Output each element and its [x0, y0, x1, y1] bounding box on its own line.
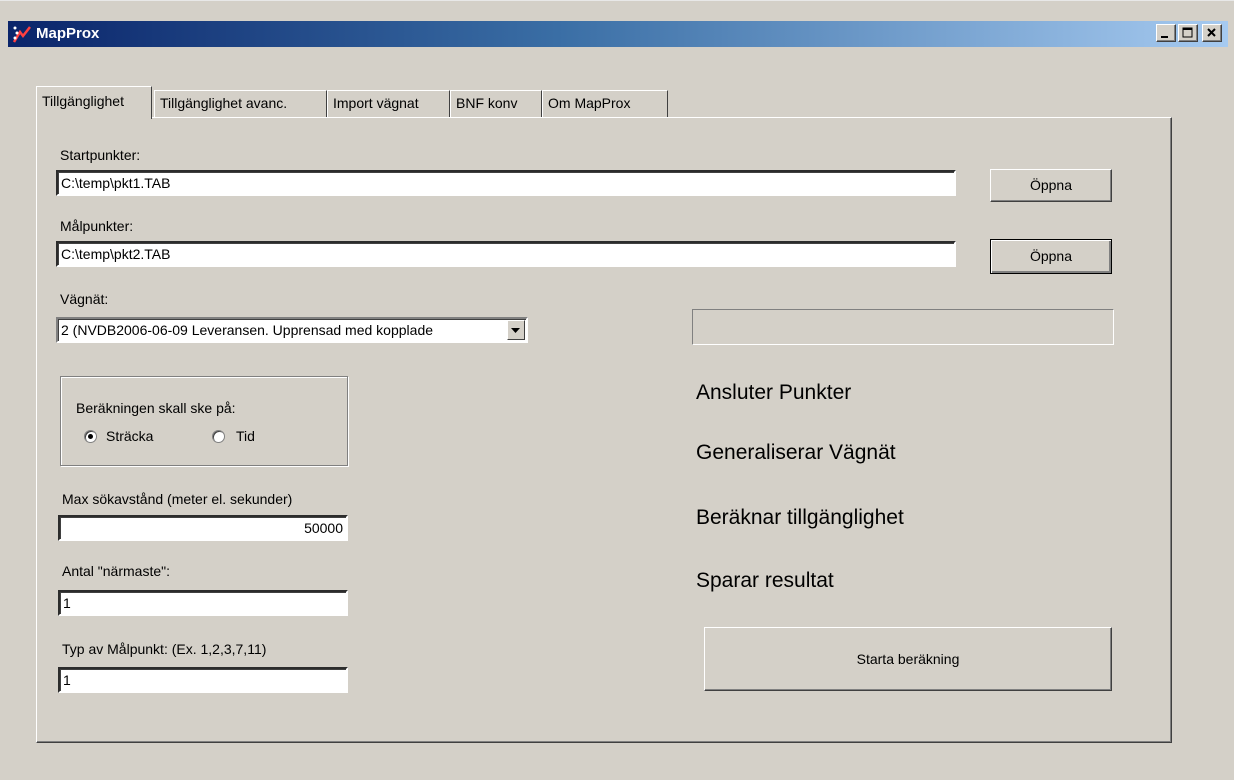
- nearest-count-input[interactable]: 1: [58, 590, 348, 616]
- target-type-label: Typ av Målpunkt: (Ex. 1,2,3,7,11): [62, 641, 267, 657]
- start-calculation-button[interactable]: Starta beräkning: [704, 627, 1112, 691]
- network-dropdown[interactable]: 2 (NVDB2006-06-09 Leveransen. Upprensad …: [56, 317, 528, 343]
- network-dropdown-value: 2 (NVDB2006-06-09 Leveransen. Upprensad …: [61, 322, 434, 338]
- dropdown-arrow-button[interactable]: [507, 320, 525, 340]
- tab-import-vagnat[interactable]: Import vägnat: [327, 90, 450, 118]
- calculation-groupbox: [60, 376, 348, 466]
- max-distance-label: Max sökavstånd (meter el. sekunder): [62, 491, 293, 507]
- start-points-label: Startpunkter:: [60, 147, 141, 163]
- radio-time-label: Tid: [236, 428, 255, 444]
- chevron-down-icon: [511, 328, 520, 333]
- mapprox-logo-icon: [12, 26, 31, 43]
- window-title: MapProx: [36, 25, 100, 42]
- start-points-input[interactable]: C:\temp\pkt1.TAB: [56, 170, 956, 196]
- tab-tillganglighet[interactable]: Tillgänglighet: [36, 86, 152, 119]
- open-target-button[interactable]: Öppna: [990, 239, 1112, 274]
- nearest-count-label: Antal "närmaste":: [62, 563, 170, 579]
- status-step-generalize: Generaliserar Vägnät: [696, 441, 896, 464]
- maximize-icon: [1182, 27, 1193, 38]
- tab-om-mapprox[interactable]: Om MapProx: [542, 90, 668, 118]
- target-type-input[interactable]: 1: [58, 667, 348, 693]
- network-label: Vägnät:: [60, 291, 109, 307]
- tab-bnf-konv[interactable]: BNF konv: [450, 90, 542, 118]
- status-step-compute: Beräknar tillgänglighet: [696, 506, 904, 529]
- target-points-label: Målpunkter:: [60, 218, 134, 234]
- progress-bar: [692, 309, 1114, 345]
- radio-distance[interactable]: [84, 430, 97, 443]
- close-icon: [1207, 28, 1216, 37]
- minimize-button[interactable]: [1156, 24, 1176, 42]
- radio-time[interactable]: [212, 430, 225, 443]
- max-distance-input[interactable]: 50000: [58, 515, 348, 541]
- open-start-button[interactable]: Öppna: [990, 169, 1112, 202]
- calc-group-label: Beräkningen skall ske på:: [76, 400, 236, 416]
- status-step-connect: Ansluter Punkter: [696, 381, 852, 404]
- radio-distance-label: Sträcka: [106, 428, 154, 444]
- target-points-input[interactable]: C:\temp\pkt2.TAB: [56, 241, 956, 267]
- title-bar[interactable]: MapProx: [8, 21, 1228, 47]
- status-step-save: Sparar resultat: [696, 569, 834, 592]
- close-button[interactable]: [1202, 24, 1222, 42]
- maximize-button[interactable]: [1178, 24, 1198, 42]
- app-window: MapProx Tillgänglighet Tillgänglighet av…: [0, 0, 1234, 780]
- tab-tillganglighet-avanc[interactable]: Tillgänglighet avanc.: [154, 90, 327, 118]
- minimize-icon: [1161, 36, 1168, 38]
